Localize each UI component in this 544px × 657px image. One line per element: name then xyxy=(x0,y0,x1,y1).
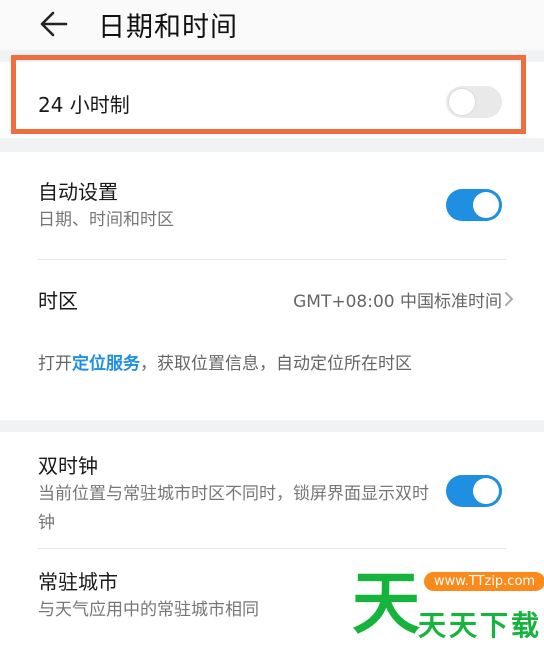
location-hint-suffix: ，获取位置信息，自动定位所在时区 xyxy=(140,354,412,374)
auto-set-title: 自动设置 xyxy=(38,180,118,204)
highlight-box xyxy=(11,55,526,134)
back-arrow-icon[interactable] xyxy=(38,8,70,40)
location-hint: 打开定位服务，获取位置信息，自动定位所在时区 xyxy=(38,348,478,380)
watermark-url: www.TTzip.com xyxy=(424,572,544,591)
page-title: 日期和时间 xyxy=(98,12,238,43)
timezone-value: GMT+08:00 中国标准时间 xyxy=(293,292,502,312)
location-hint-prefix: 打开 xyxy=(38,354,72,374)
dual-clock-subtitle: 当前位置与常驻城市时区不同时，锁屏界面显示双时钟 xyxy=(38,484,429,533)
dual-clock-title: 双时钟 xyxy=(38,454,98,478)
location-service-link[interactable]: 定位服务 xyxy=(72,354,140,374)
home-city-subtitle: 与天气应用中的常驻城市相同 xyxy=(38,600,259,620)
watermark-logo: 天 www.TTzip.com 天天下载 xyxy=(352,565,544,646)
auto-set-toggle[interactable] xyxy=(446,189,502,221)
toggle-knob xyxy=(473,478,499,504)
divider xyxy=(38,548,506,549)
watermark-big-char: 天 xyxy=(352,565,421,644)
chevron-right-icon xyxy=(505,292,513,306)
dual-clock-toggle[interactable] xyxy=(446,475,502,507)
app-header: 日期和时间 xyxy=(0,0,544,50)
timezone-label: 时区 xyxy=(38,289,78,313)
watermark-text: 天天下载 xyxy=(418,609,543,642)
toggle-knob xyxy=(473,192,499,218)
auto-set-subtitle: 日期、时间和时区 xyxy=(38,210,174,230)
divider xyxy=(38,259,506,260)
home-city-title: 常驻城市 xyxy=(38,570,118,594)
